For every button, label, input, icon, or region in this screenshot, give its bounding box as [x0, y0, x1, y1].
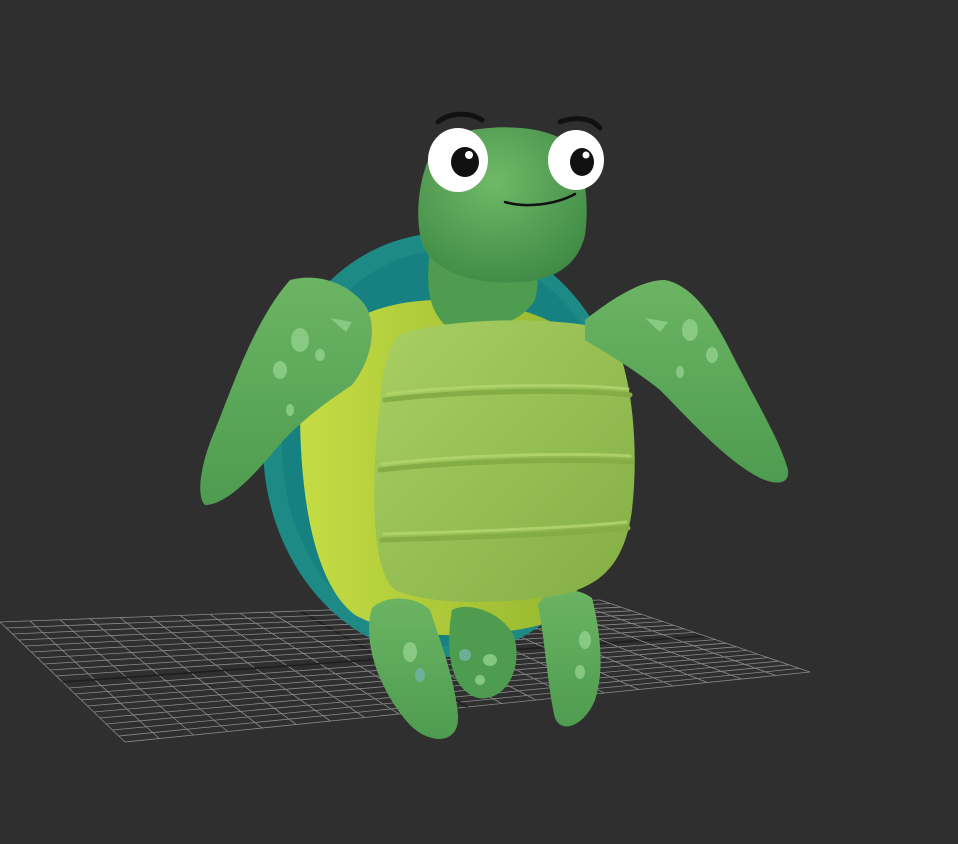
right-eye [548, 130, 604, 190]
3d-viewport[interactable] [0, 0, 958, 844]
grid-line [599, 599, 811, 673]
right-brow [557, 116, 603, 131]
rear-flipper-right [538, 589, 601, 727]
left-eye [428, 128, 488, 192]
grid-line [569, 600, 776, 676]
left-brow [435, 111, 485, 125]
viewport-scene[interactable] [0, 0, 958, 844]
